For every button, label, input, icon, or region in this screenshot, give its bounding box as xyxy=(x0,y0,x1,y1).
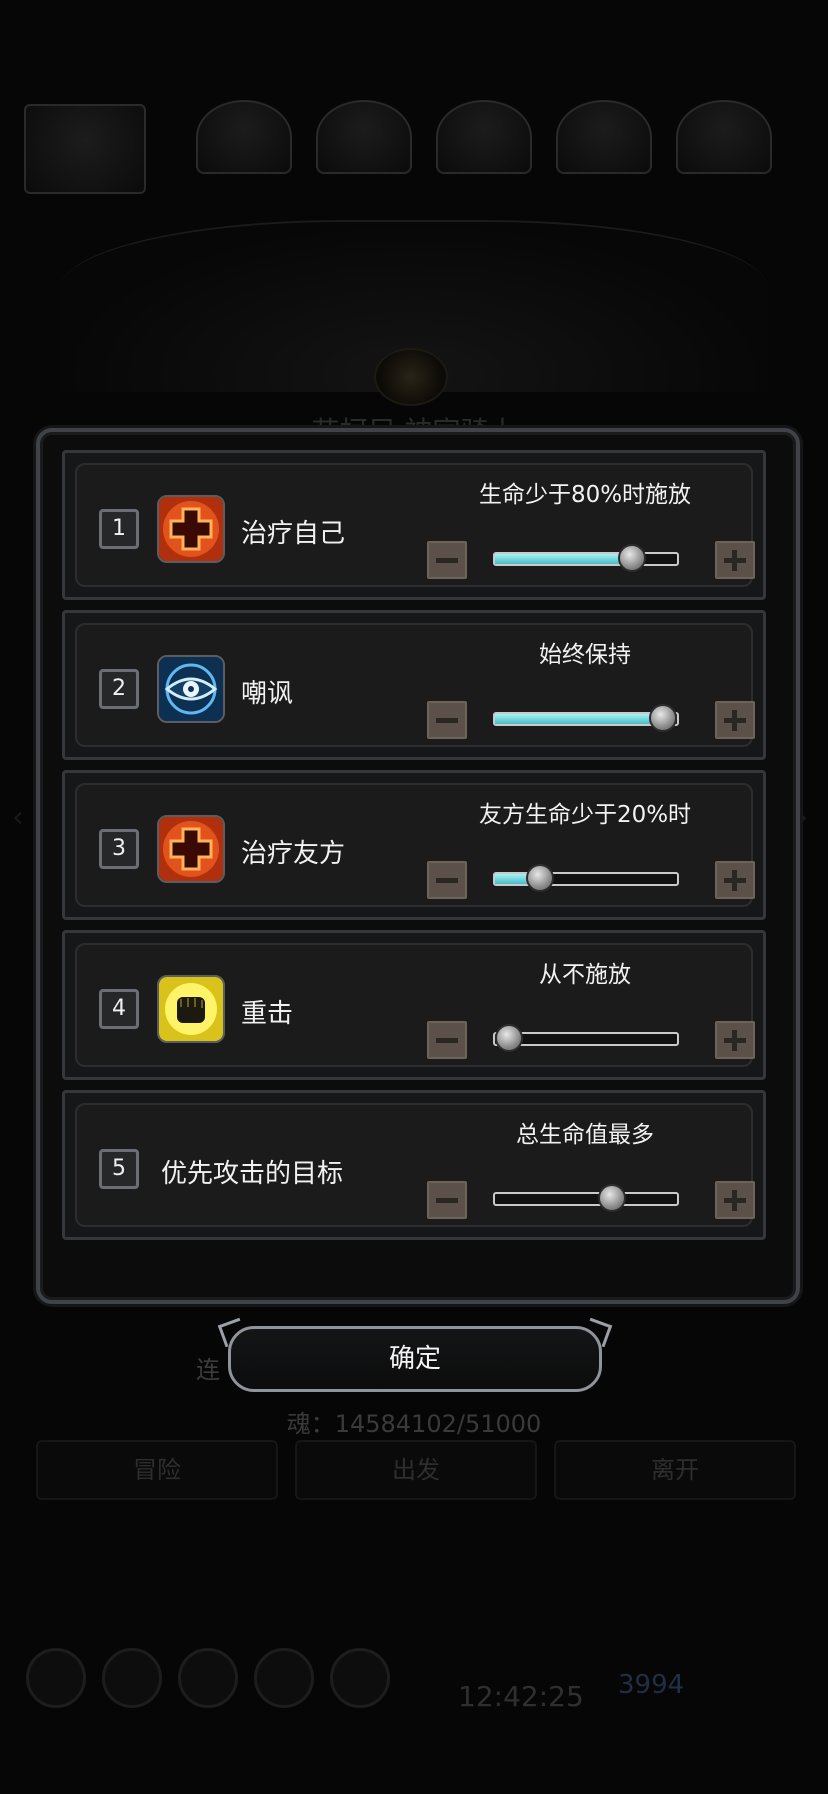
eye-taunt-icon xyxy=(157,655,225,723)
target-priority-row: 5 优先攻击的目标 总生命值最多 xyxy=(62,1090,766,1240)
skill-name: 治疗自己 xyxy=(241,519,346,549)
skill-row: 3 治疗友方 友方生命少于20%时 xyxy=(62,770,766,920)
menu-icon xyxy=(102,1648,162,1708)
equipment-slot xyxy=(676,100,772,174)
target-label: 优先攻击的目标 xyxy=(161,1159,344,1189)
heal-cross-icon xyxy=(157,495,225,563)
depart-button: 出发 xyxy=(295,1440,537,1500)
combo-label: 连 xyxy=(196,1356,220,1384)
condition-slider[interactable] xyxy=(493,544,679,572)
priority-number: 1 xyxy=(99,509,139,549)
condition-slider[interactable] xyxy=(493,1024,679,1052)
gem-count: 3994 xyxy=(618,1670,685,1700)
emblem-icon xyxy=(374,348,448,406)
skill-row: 4 重击 从不施放 xyxy=(62,930,766,1080)
menu-icon xyxy=(254,1648,314,1708)
decrease-button[interactable] xyxy=(427,861,467,899)
hero-portrait-slot xyxy=(24,104,146,194)
soul-counter: 魂：14584102/51000 xyxy=(286,1410,542,1438)
skill-name: 重击 xyxy=(241,999,294,1029)
slider-knob[interactable] xyxy=(649,704,677,732)
cast-condition: 友方生命少于20%时 xyxy=(478,802,692,828)
skill-name: 治疗友方 xyxy=(241,839,346,869)
decrease-button[interactable] xyxy=(427,1181,467,1219)
priority-number: 2 xyxy=(99,669,139,709)
skill-row: 2 嘲讽 始终保持 xyxy=(62,610,766,760)
slider-knob[interactable] xyxy=(618,544,647,572)
equipment-slot xyxy=(556,100,652,174)
confirm-button[interactable]: 确定 xyxy=(228,1326,602,1392)
skill-rows: 1 治疗自己 生命少于80%时施放 2 嘲讽 始终保持 3 治疗友方 友方生命少… xyxy=(62,450,766,1250)
equipment-slot xyxy=(436,100,532,174)
adventure-button: 冒险 xyxy=(36,1440,278,1500)
cast-condition: 从不施放 xyxy=(539,962,631,988)
skill-name: 嘲讽 xyxy=(241,679,294,709)
skill-settings-dialog: 1 治疗自己 生命少于80%时施放 2 嘲讽 始终保持 3 治疗友方 友方生命少… xyxy=(36,428,800,1304)
menu-icon xyxy=(330,1648,390,1708)
slider-knob[interactable] xyxy=(598,1184,627,1212)
target-condition: 总生命值最多 xyxy=(516,1122,654,1148)
heal-cross-icon xyxy=(157,815,225,883)
increase-button[interactable] xyxy=(715,1021,755,1059)
condition-slider[interactable] xyxy=(493,704,679,732)
equipment-slot xyxy=(316,100,412,174)
menu-icon xyxy=(26,1648,86,1708)
fist-strike-icon xyxy=(157,975,225,1043)
slider-knob[interactable] xyxy=(495,1024,523,1052)
left-arrow-icon: ‹ xyxy=(12,800,24,835)
priority-number: 3 xyxy=(99,829,139,869)
increase-button[interactable] xyxy=(715,541,755,579)
clock: 12:42:25 xyxy=(458,1680,584,1713)
cast-condition: 生命少于80%时施放 xyxy=(478,482,692,508)
increase-button[interactable] xyxy=(715,1181,755,1219)
menu-icon xyxy=(178,1648,238,1708)
cast-condition: 始终保持 xyxy=(539,642,631,668)
priority-number: 5 xyxy=(99,1149,139,1189)
skill-row: 1 治疗自己 生命少于80%时施放 xyxy=(62,450,766,600)
priority-number: 4 xyxy=(99,989,139,1029)
decrease-button[interactable] xyxy=(427,541,467,579)
increase-button[interactable] xyxy=(715,861,755,899)
leave-button: 离开 xyxy=(554,1440,796,1500)
condition-slider[interactable] xyxy=(493,864,679,892)
equipment-slot xyxy=(196,100,292,174)
slider-knob[interactable] xyxy=(525,864,554,892)
decrease-button[interactable] xyxy=(427,701,467,739)
decrease-button[interactable] xyxy=(427,1021,467,1059)
increase-button[interactable] xyxy=(715,701,755,739)
condition-slider[interactable] xyxy=(493,1184,679,1212)
